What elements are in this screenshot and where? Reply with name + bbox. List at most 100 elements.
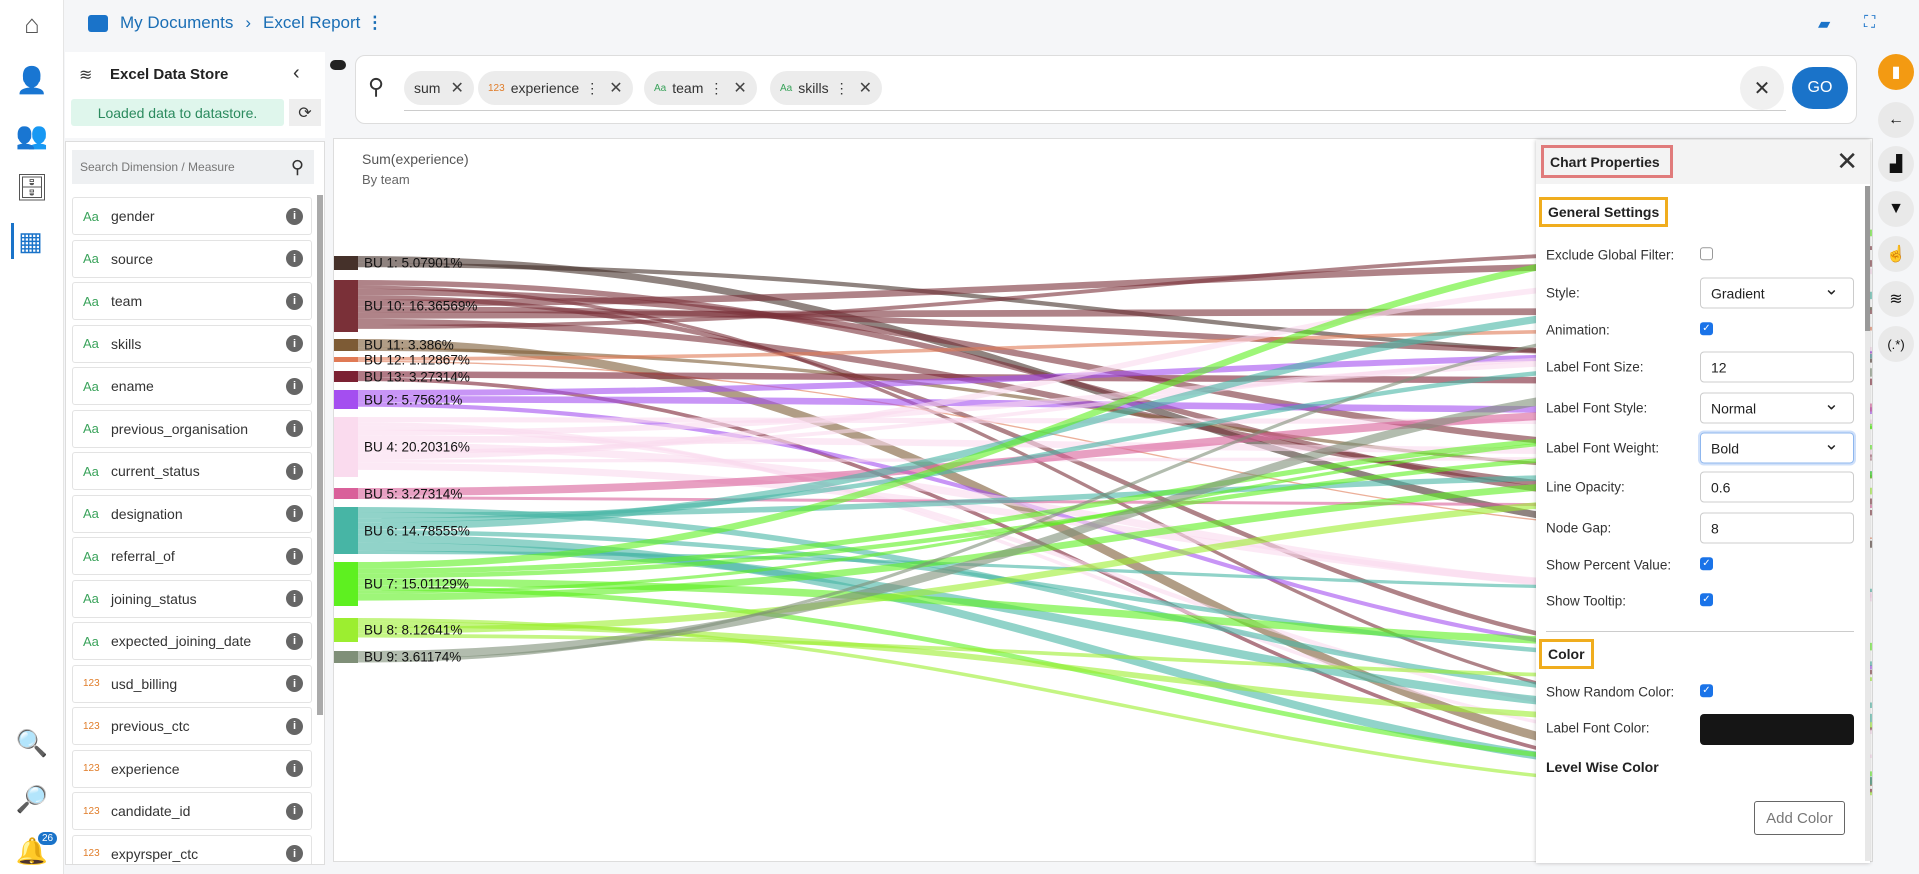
chip-experience[interactable]: 123 experience ⋮ ✕ xyxy=(478,71,633,105)
sankey-node[interactable] xyxy=(334,507,358,554)
remove-icon[interactable]: ✕ xyxy=(859,78,872,98)
info-icon[interactable]: i xyxy=(286,462,303,480)
line-opacity-input[interactable]: 0.6 xyxy=(1700,471,1854,503)
folder-icon[interactable] xyxy=(88,14,108,32)
refresh-button[interactable]: ⟳ xyxy=(289,99,321,126)
more-icon[interactable]: ⋮ xyxy=(585,80,599,97)
info-icon[interactable]: i xyxy=(286,717,303,735)
regex-icon[interactable]: (.*) xyxy=(1878,326,1914,362)
field-item[interactable]: Aa expected_joining_date i xyxy=(72,622,312,660)
back-arrow-icon[interactable]: ← xyxy=(1878,102,1914,138)
field-item[interactable]: Aa designation i xyxy=(72,494,312,533)
remove-icon[interactable]: ✕ xyxy=(733,78,746,98)
info-icon[interactable]: i xyxy=(286,335,303,352)
add-color-button[interactable]: Add Color xyxy=(1754,801,1845,835)
field-list-scrollbar[interactable] xyxy=(317,195,323,715)
report-search-icon[interactable]: 🔍 xyxy=(14,725,50,761)
info-icon[interactable]: i xyxy=(286,760,303,777)
info-icon[interactable]: i xyxy=(286,207,303,225)
field-type: 123 xyxy=(83,720,100,732)
search-bar[interactable]: ⚲ sum ✕ 123 experience ⋮ ✕ Aa team ⋮ ✕ Aa skills… xyxy=(355,55,1857,124)
sankey-node[interactable] xyxy=(334,651,358,663)
search-icon[interactable]: ⚲ xyxy=(291,157,304,178)
more-options-icon[interactable]: ⋮ xyxy=(366,13,383,33)
field-item[interactable]: 123 usd_billing i xyxy=(72,664,312,703)
exclude-global-filter-checkbox[interactable] xyxy=(1700,247,1713,261)
field-item[interactable]: Aa previous_organisation i xyxy=(72,409,312,448)
sankey-node[interactable] xyxy=(334,390,358,409)
comment-icon[interactable]: ▰ xyxy=(1818,14,1830,34)
filter-icon[interactable]: ▼ xyxy=(1878,191,1914,227)
field-item[interactable]: Aa current_status i xyxy=(72,452,312,490)
sankey-node[interactable] xyxy=(334,488,358,499)
show-tooltip-checkbox[interactable]: ✓ xyxy=(1700,593,1713,607)
sankey-node[interactable] xyxy=(334,562,358,606)
remove-icon[interactable]: ✕ xyxy=(450,78,463,98)
search-icon[interactable]: 🔎 xyxy=(14,781,50,817)
sankey-node[interactable] xyxy=(334,371,358,382)
field-item[interactable]: Aa ename i xyxy=(72,367,312,405)
more-icon[interactable]: ⋮ xyxy=(709,80,723,97)
show-percent-checkbox[interactable]: ✓ xyxy=(1700,557,1713,571)
dashboard-designer-icon[interactable]: ▦ xyxy=(11,223,47,259)
home-icon[interactable]: ⌂ xyxy=(14,6,50,42)
animation-checkbox[interactable]: ✓ xyxy=(1700,322,1713,336)
info-icon[interactable]: i xyxy=(286,845,303,862)
close-icon[interactable]: ✕ xyxy=(1836,146,1858,177)
data-server-icon[interactable]: 🗄 xyxy=(14,169,50,205)
breadcrumb-root[interactable]: My Documents xyxy=(120,13,233,33)
more-icon[interactable]: ⋮ xyxy=(835,80,849,97)
field-item[interactable]: 123 previous_ctc i xyxy=(72,707,312,745)
remove-icon[interactable]: ✕ xyxy=(609,78,622,98)
user-settings-icon[interactable]: 👤 xyxy=(14,62,50,98)
field-item[interactable]: 123 experience i xyxy=(72,749,312,788)
field-item[interactable]: Aa skills i xyxy=(72,324,312,363)
sankey-node[interactable] xyxy=(334,618,358,642)
info-icon[interactable]: i xyxy=(286,505,303,522)
info-icon[interactable]: i xyxy=(286,632,303,650)
info-icon[interactable]: i xyxy=(286,377,303,395)
fullscreen-icon[interactable]: ⛶ xyxy=(1864,14,1875,32)
toggle-switch[interactable] xyxy=(330,60,346,70)
label-font-weight-select[interactable]: Bold xyxy=(1700,432,1854,464)
style-select[interactable]: Gradient xyxy=(1700,277,1854,309)
database-icon[interactable]: ≋ xyxy=(1878,281,1914,317)
chip-team[interactable]: Aa team ⋮ ✕ xyxy=(644,71,757,105)
sankey-node[interactable] xyxy=(334,417,358,477)
sankey-node[interactable] xyxy=(334,357,358,362)
properties-scrollbar[interactable] xyxy=(1865,186,1870,861)
label-font-color-swatch[interactable] xyxy=(1700,714,1854,745)
field-search-input[interactable]: Search Dimension / Measure ⚲ xyxy=(72,150,314,184)
info-icon[interactable]: i xyxy=(286,590,303,607)
bar-chart-icon[interactable]: ▟ xyxy=(1878,146,1914,182)
field-item[interactable]: Aa joining_status i xyxy=(72,579,312,618)
info-icon[interactable]: i xyxy=(286,292,303,310)
field-item[interactable]: Aa team i xyxy=(72,282,312,320)
breadcrumb-current[interactable]: Excel Report xyxy=(263,13,360,33)
label-font-size-input[interactable]: 12 xyxy=(1700,351,1854,383)
field-item[interactable]: Aa source i xyxy=(72,239,312,278)
chip-skills[interactable]: Aa skills ⋮ ✕ xyxy=(770,71,882,105)
sankey-node[interactable] xyxy=(334,256,358,270)
users-group-icon[interactable]: 👥 xyxy=(14,117,50,153)
sankey-node[interactable] xyxy=(334,339,358,351)
field-item[interactable]: Aa referral_of i xyxy=(72,537,312,575)
properties-icon[interactable]: ▮ xyxy=(1878,54,1914,90)
pointer-hand-icon[interactable]: ☝ xyxy=(1878,236,1914,272)
info-icon[interactable]: i xyxy=(286,250,303,267)
sankey-node[interactable] xyxy=(334,280,358,332)
info-icon[interactable]: i xyxy=(286,802,303,820)
field-item[interactable]: Aa gender i xyxy=(72,197,312,235)
node-gap-input[interactable]: 8 xyxy=(1700,512,1854,544)
clear-search-button[interactable]: ✕ xyxy=(1740,66,1784,110)
go-button[interactable]: GO xyxy=(1792,67,1848,109)
collapse-panel-icon[interactable]: ‹ xyxy=(293,62,300,85)
field-item[interactable]: 123 candidate_id i xyxy=(72,792,312,830)
chip-sum[interactable]: sum ✕ xyxy=(404,71,474,105)
field-item[interactable]: 123 expyrsper_ctc i xyxy=(72,834,312,864)
show-random-color-checkbox[interactable]: ✓ xyxy=(1700,684,1713,698)
info-icon[interactable]: i xyxy=(286,675,303,692)
info-icon[interactable]: i xyxy=(286,420,303,437)
label-font-style-select[interactable]: Normal xyxy=(1700,392,1854,424)
info-icon[interactable]: i xyxy=(286,547,303,565)
